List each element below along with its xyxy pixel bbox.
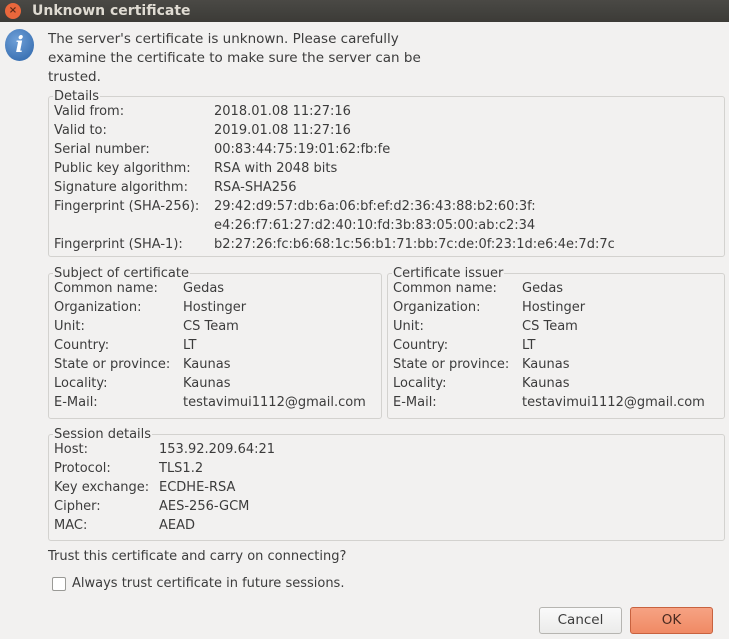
always-trust-checkbox[interactable] xyxy=(52,577,66,591)
ok-button[interactable]: OK xyxy=(630,607,713,634)
window-title: Unknown certificate xyxy=(32,3,191,19)
field-value: testavimui1112@gmail.com xyxy=(522,395,705,410)
info-icon: i xyxy=(5,29,34,61)
field-value: LT xyxy=(183,338,197,353)
details-group: Details Valid from: 2018.01.08 11:27:16 Va… xyxy=(48,88,725,257)
field-label: Country: xyxy=(393,338,449,353)
details-row: Fingerprint (SHA-256): 29:42:d9:57:db:6a:… xyxy=(54,197,724,235)
field-label: Locality: xyxy=(54,376,108,391)
issuer-row: State or province: Kaunas xyxy=(393,355,724,374)
field-label: Locality: xyxy=(393,376,447,391)
field-value: 29:42:d9:57:db:6a:06:bf:ef:d2:36:43:88:b… xyxy=(214,197,536,235)
session-row: Key exchange: ECDHE-RSA xyxy=(54,478,724,497)
issuer-group: Certificate issuer Common name: Gedas Orga… xyxy=(387,265,725,419)
issuer-row: Organization: Hostinger xyxy=(393,298,724,317)
subject-row: Locality: Kaunas xyxy=(54,374,381,393)
trust-question: Trust this certificate and carry on conn… xyxy=(48,549,347,564)
field-value: ECDHE-RSA xyxy=(159,480,236,495)
subject-legend: Subject of certificate xyxy=(53,265,190,282)
issuer-row: Unit: CS Team xyxy=(393,317,724,336)
session-row: MAC: AEAD xyxy=(54,516,724,535)
field-label: Key exchange: xyxy=(54,480,150,495)
field-value: Hostinger xyxy=(522,300,586,315)
field-value: AEAD xyxy=(159,518,196,533)
field-value: CS Team xyxy=(183,319,239,334)
session-legend: Session details xyxy=(53,426,153,443)
value-line: e4:26:f7:61:27:d2:40:10:fd:3b:83:05:00:a… xyxy=(214,218,536,233)
subject-row: E-Mail: testavimui1112@gmail.com xyxy=(54,393,381,412)
field-value: 00:83:44:75:19:01:62:fb:fe xyxy=(214,142,391,157)
field-value: testavimui1112@gmail.com xyxy=(183,395,366,410)
field-value: Gedas xyxy=(522,281,564,296)
field-value: 2019.01.08 11:27:16 xyxy=(214,123,351,138)
field-value: b2:27:26:fc:b6:68:1c:56:b1:71:bb:7c:de:0… xyxy=(214,237,615,252)
title-bar: × Unknown certificate xyxy=(0,0,729,22)
field-label: Fingerprint (SHA-1): xyxy=(54,237,183,252)
cancel-button[interactable]: Cancel xyxy=(539,607,622,634)
field-label: Signature algorithm: xyxy=(54,180,188,195)
field-label: E-Mail: xyxy=(393,395,437,410)
field-label: Unit: xyxy=(393,319,424,334)
subject-row: Unit: CS Team xyxy=(54,317,381,336)
issuer-legend: Certificate issuer xyxy=(392,265,505,282)
details-row: Fingerprint (SHA-1): b2:27:26:fc:b6:68:1c… xyxy=(54,235,724,254)
session-row: Cipher: AES-256-GCM xyxy=(54,497,724,516)
subject-row: Country: LT xyxy=(54,336,381,355)
field-value: LT xyxy=(522,338,536,353)
field-label: Serial number: xyxy=(54,142,150,157)
field-label: Public key algorithm: xyxy=(54,161,191,176)
field-value: RSA with 2048 bits xyxy=(214,161,338,176)
field-label: E-Mail: xyxy=(54,395,98,410)
details-row: Serial number: 00:83:44:75:19:01:62:fb:fe xyxy=(54,140,724,159)
issuer-row: Country: LT xyxy=(393,336,724,355)
field-label: Organization: xyxy=(393,300,481,315)
field-label: MAC: xyxy=(54,518,88,533)
field-label: Organization: xyxy=(54,300,142,315)
issuer-row: E-Mail: testavimui1112@gmail.com xyxy=(393,393,724,412)
field-value: RSA-SHA256 xyxy=(214,180,297,195)
field-label: Valid to: xyxy=(54,123,107,138)
field-label: Country: xyxy=(54,338,110,353)
details-row: Valid from: 2018.01.08 11:27:16 xyxy=(54,102,724,121)
field-value: TLS1.2 xyxy=(159,461,204,476)
field-label: State or province: xyxy=(393,357,510,372)
details-row: Public key algorithm: RSA with 2048 bits xyxy=(54,159,724,178)
field-label: Fingerprint (SHA-256): xyxy=(54,199,200,214)
subject-group: Subject of certificate Common name: Gedas… xyxy=(48,265,382,419)
subject-row: Organization: Hostinger xyxy=(54,298,381,317)
subject-row: State or province: Kaunas xyxy=(54,355,381,374)
field-value: AES-256-GCM xyxy=(159,499,250,514)
session-row: Protocol: TLS1.2 xyxy=(54,459,724,478)
field-label: Cipher: xyxy=(54,499,101,514)
field-label: Unit: xyxy=(54,319,85,334)
always-trust-label[interactable]: Always trust certificate in future sessi… xyxy=(72,574,344,593)
details-row: Signature algorithm: RSA-SHA256 xyxy=(54,178,724,197)
field-label: State or province: xyxy=(54,357,171,372)
field-value: CS Team xyxy=(522,319,578,334)
field-value: Kaunas xyxy=(183,376,231,391)
field-value: 2018.01.08 11:27:16 xyxy=(214,104,351,119)
field-value: Kaunas xyxy=(522,357,570,372)
field-value: Kaunas xyxy=(183,357,231,372)
field-value: 153.92.209.64:21 xyxy=(159,442,276,457)
field-label: Protocol: xyxy=(54,461,111,476)
issuer-row: Locality: Kaunas xyxy=(393,374,724,393)
session-group: Session details Host: 153.92.209.64:21 Pro… xyxy=(48,426,725,541)
session-row: Host: 153.92.209.64:21 xyxy=(54,440,724,459)
details-row: Valid to: 2019.01.08 11:27:16 xyxy=(54,121,724,140)
field-value: Hostinger xyxy=(183,300,247,315)
close-icon[interactable]: × xyxy=(5,3,21,19)
value-line: 29:42:d9:57:db:6a:06:bf:ef:d2:36:43:88:b… xyxy=(214,199,536,214)
message-text: The server's certificate is unknown. Ple… xyxy=(48,31,421,85)
details-legend: Details xyxy=(53,88,101,105)
field-value: Kaunas xyxy=(522,376,570,391)
